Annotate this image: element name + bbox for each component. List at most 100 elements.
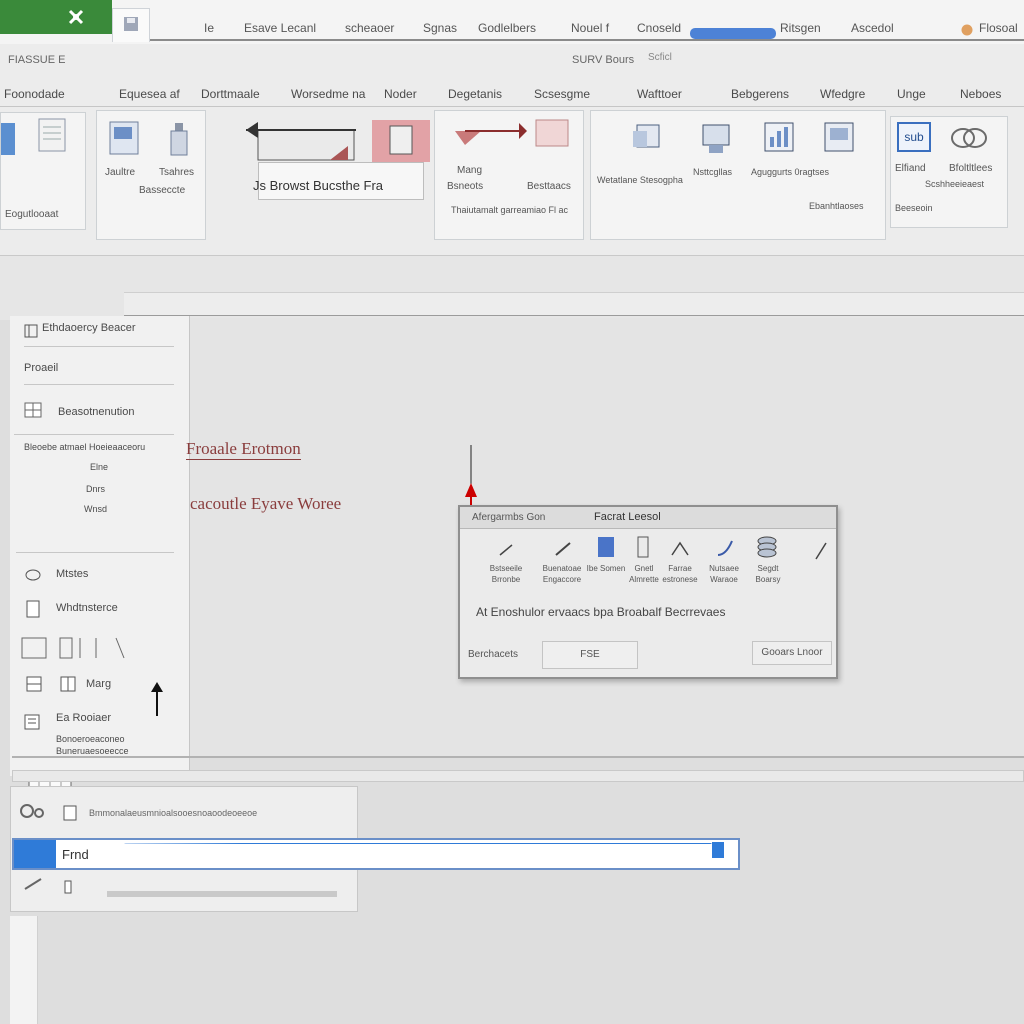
pin-icon [63,879,73,895]
brush-icon[interactable] [554,539,572,557]
chevron-right-icon[interactable] [814,537,828,561]
curve-icon[interactable] [716,539,734,557]
tab-9[interactable]: Bebgerens [731,87,789,101]
tab-2[interactable]: Equesea af [119,87,180,101]
tab-12[interactable]: Neboes [960,87,1001,101]
image-icon[interactable] [372,120,430,162]
nav-item-9[interactable]: Bonoeroeaconeo [56,734,125,744]
up-arrow-icon [150,682,164,718]
app-icon [66,8,86,26]
btn-label-g5-4: Beeseoin [895,203,933,213]
nav-divider [16,552,174,553]
menu-item-8[interactable]: Ritsgen [780,21,821,35]
find-tag [14,840,56,868]
subscript-button[interactable]: sub [897,122,931,152]
screenshot-icon[interactable] [823,121,855,153]
ribbon-group-5: sub Elfiand Bfoltltlees Scshheeieaest Be… [890,116,1008,228]
nav-item-8[interactable]: Ea Rooiaer [56,712,111,724]
btn-label-2: Tsahres [159,167,195,178]
arrow-icon[interactable] [23,877,43,891]
tab-1[interactable]: Foonodade [4,87,65,101]
dialog-tab[interactable]: Afergarmbs Gon [472,512,545,523]
nav-item-4[interactable]: Bleoebe atmael Hoeieaaceoru [24,442,145,452]
dialog-button-5[interactable]: Farrae estronese [656,563,704,585]
layout-options-icon[interactable] [20,634,150,662]
menu-item-10[interactable]: Flosoal [979,21,1018,35]
thumb-label-2: Dnrs [86,484,106,494]
menu-item-3[interactable]: scheaoer [345,21,394,35]
active-indicator [690,28,776,39]
account-icon[interactable] [961,24,973,36]
table-icon[interactable] [109,121,139,155]
dialog-button-2[interactable]: Buenatoae Engaccore [538,563,586,585]
btn-label-g5-1: Elfiand [895,163,926,174]
menu-item-5[interactable]: Godlelbers [478,21,536,35]
btn-label-g5-3: Scshheeieaest [925,179,985,189]
btn-label-g4-2: Nsttcgllas [693,167,733,177]
chart-thumb-icon[interactable] [535,119,569,147]
nav-item-1[interactable]: Ethdaoercy Beacer [42,322,136,334]
stack-icon[interactable] [756,535,778,559]
btn-label-1: Jaultre [105,167,136,178]
dialog-action-button[interactable]: Gooars Lnoor [752,641,832,665]
fill-icon[interactable] [596,535,616,559]
nav-item-7[interactable]: Marg [86,678,111,690]
find-input[interactable] [58,844,712,864]
nav-item-6[interactable]: Whdtnsterce [56,602,118,614]
btn-label-3: Basseccte [139,185,186,196]
bottle-icon[interactable] [167,121,191,157]
tab-8[interactable]: Wafttoer [637,87,682,101]
format-painter-icon[interactable] [37,117,67,153]
nav-item-10[interactable]: Buneruaesoeecce [56,746,129,756]
nav-item-2[interactable]: Proaeil [24,362,58,374]
line-icon[interactable] [670,541,690,557]
horizontal-scrollbar[interactable] [12,770,1024,782]
page-icon[interactable] [636,535,650,559]
dialog-button-7[interactable]: Segdt Boarsy [744,563,792,585]
chart-icon[interactable] [763,121,795,153]
tab-4[interactable]: Worsedme na [291,87,365,101]
red-arrow-icon[interactable] [451,117,527,151]
dialog-description: At Enoshulor ervaacs bpa Broabalf Becrre… [476,605,726,619]
app-logo[interactable] [0,0,112,34]
menu-item-6[interactable]: Nouel f [571,21,609,35]
tab-11[interactable]: Unge [897,87,926,101]
document-text[interactable]: cacoutle Eyave Woree [190,494,341,514]
link-icon[interactable] [947,123,991,153]
group-caption: Thaiutamalt garreamiao Fl ac [451,205,569,215]
tab-3[interactable]: Dorttmaale [201,87,260,101]
ribbon: FIASSUE E SURV Bours Scficl Foonodade Eq… [0,44,1024,256]
dialog-field[interactable]: FSE [542,641,638,669]
shapes-icon[interactable] [631,123,661,151]
tab-10[interactable]: Wfedgre [820,87,865,101]
document-heading[interactable]: Froaale Erotmon [186,439,301,460]
ribbon-group-4: Wetatlane Stesogpha Nsttcgllas Aguggurts… [590,110,886,240]
gear-icon[interactable] [17,801,47,821]
nav-divider [24,384,174,385]
horizontal-ruler[interactable] [124,292,1024,316]
menu-item-2[interactable]: Esave Lecanl [244,21,316,35]
nav-divider [14,434,174,435]
arrow-shape-icon[interactable] [244,118,360,162]
menu-item-1[interactable]: Ie [204,21,214,35]
tab-6[interactable]: Degetanis [448,87,502,101]
navigation-pane: Ethdaoercy Beacer Proaeil Beasotnenution… [10,316,190,846]
tab-5[interactable]: Noder [384,87,417,101]
dialog-button-6[interactable]: Nutsaee Waraoe [700,563,748,585]
list-icon [26,676,42,692]
menu-item-4[interactable]: Sgnas [423,21,457,35]
menu-item-7[interactable]: Cnoseld [637,21,681,35]
paste-caption: Js Browst Bucsthe Fra [253,178,384,193]
smartart-icon[interactable] [699,121,733,155]
pen-icon[interactable] [498,543,514,557]
clipboard-icon[interactable] [1,123,15,155]
doc-small-icon [63,805,77,821]
quick-access-button[interactable] [112,8,150,42]
dialog-button-1[interactable]: Bstseeile Brronbe [482,563,530,585]
nav-item-3[interactable]: Beasotnenution [58,406,134,418]
find-button[interactable] [712,842,724,858]
vertical-ruler [10,916,38,1024]
menu-item-9[interactable]: Ascedol [851,21,894,35]
tab-7[interactable]: Scsesgme [534,87,590,101]
nav-item-5[interactable]: Mtstes [56,568,88,580]
